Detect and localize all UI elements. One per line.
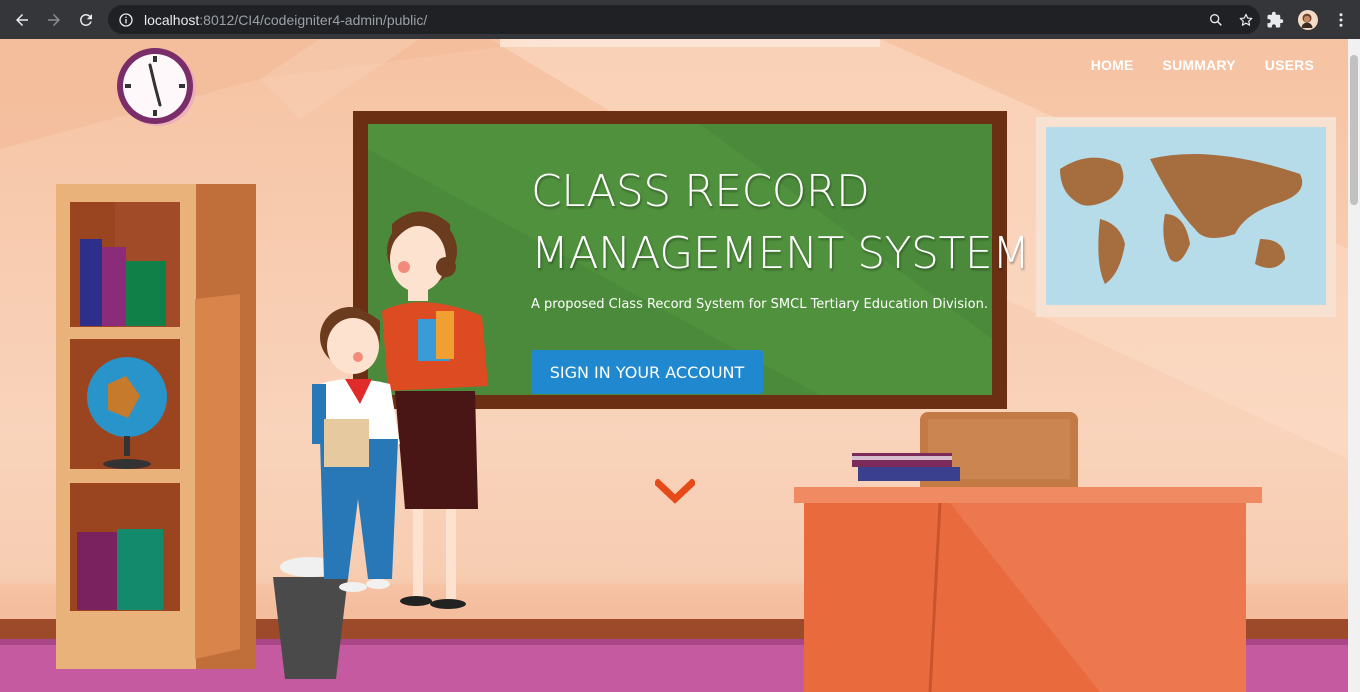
bookshelf (56, 184, 256, 669)
url-text: localhost:8012/CI4/codeigniter4-admin/pu… (144, 12, 427, 28)
hero-title: CLASS RECORD MANAGEMENT SYSTEM (531, 166, 1030, 279)
hero-subtitle: A proposed Class Record System for SMCL … (531, 297, 988, 312)
page-scrollbar[interactable] (1348, 39, 1360, 692)
teacher-desk (794, 412, 1262, 692)
forward-icon[interactable] (38, 4, 70, 36)
page-viewport: HOME SUMMARY USERS CLASS RECORD MANAGEME… (0, 39, 1348, 692)
browser-toolbar: localhost:8012/CI4/codeigniter4-admin/pu… (0, 0, 1360, 39)
nav-summary-link[interactable]: SUMMARY (1163, 57, 1236, 73)
info-icon[interactable] (118, 12, 134, 28)
url-path: :8012/CI4/codeigniter4-admin/public/ (199, 11, 428, 28)
browser-menu-icon[interactable] (1332, 11, 1350, 29)
top-navigation: HOME SUMMARY USERS (1091, 57, 1314, 73)
nav-users-link[interactable]: USERS (1265, 57, 1314, 73)
reload-icon[interactable] (70, 4, 102, 36)
address-bar[interactable]: localhost:8012/CI4/codeigniter4-admin/pu… (108, 5, 1260, 34)
bookmark-star-icon[interactable] (1238, 12, 1254, 28)
back-icon[interactable] (6, 4, 38, 36)
url-host: localhost (144, 11, 200, 28)
nav-home-link[interactable]: HOME (1091, 57, 1134, 73)
sign-in-button[interactable]: SIGN IN YOUR ACCOUNT (531, 350, 763, 394)
profile-avatar[interactable] (1298, 9, 1318, 30)
zoom-icon[interactable] (1208, 12, 1224, 28)
scrollbar-thumb[interactable] (1350, 55, 1358, 205)
chevron-down-icon[interactable] (655, 479, 695, 505)
extensions-puzzle-icon[interactable] (1266, 11, 1284, 29)
